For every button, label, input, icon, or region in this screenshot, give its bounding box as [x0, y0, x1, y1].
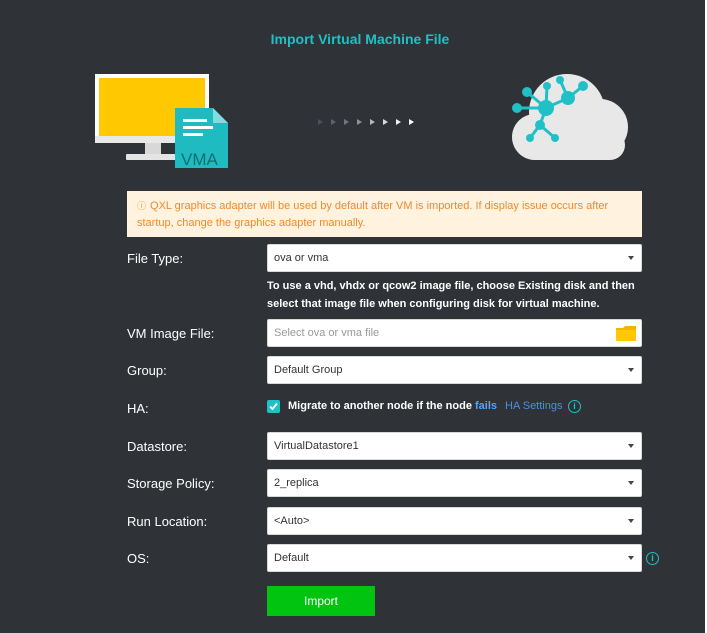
- ha-checkbox[interactable]: [267, 400, 280, 413]
- ha-checkbox-label: Migrate to another node if the node fail…: [288, 400, 497, 412]
- import-button[interactable]: Import: [267, 586, 375, 616]
- file-type-hint: To use a vhd, vhdx or qcow2 image file, …: [267, 280, 635, 310]
- file-type-select[interactable]: ova or vma: [267, 244, 642, 272]
- ha-fails-link[interactable]: fails: [475, 400, 497, 412]
- file-type-label: File Type:: [127, 251, 184, 266]
- os-label: OS:: [127, 551, 150, 566]
- group-select[interactable]: Default Group: [267, 356, 642, 384]
- ha-settings-link[interactable]: HA Settings: [505, 400, 562, 412]
- storage-policy-label: Storage Policy:: [127, 476, 215, 491]
- run-location-label: Run Location:: [127, 514, 208, 529]
- checkmark-icon: [269, 402, 278, 411]
- group-value: Default Group: [274, 364, 343, 376]
- ha-label: HA:: [127, 401, 149, 416]
- chevron-down-icon: [628, 368, 634, 372]
- run-location-select[interactable]: <Auto>: [267, 507, 642, 535]
- vm-image-file-label: VM Image File:: [127, 326, 215, 341]
- os-info-icon[interactable]: i: [646, 552, 659, 565]
- transfer-arrows-icon: [318, 119, 414, 125]
- datastore-select[interactable]: VirtualDatastore1: [267, 432, 642, 460]
- chevron-down-icon: [628, 519, 634, 523]
- info-circle-icon: ⓘ: [137, 201, 147, 211]
- cloud-network-icon: [512, 74, 628, 160]
- chevron-down-icon: [628, 256, 634, 260]
- os-value: Default: [274, 552, 309, 564]
- chevron-down-icon: [628, 444, 634, 448]
- os-select[interactable]: Default: [267, 544, 642, 572]
- graphics-adapter-notice: ⓘ QXL graphics adapter will be used by de…: [127, 191, 642, 237]
- vm-image-file-input[interactable]: Select ova or vma file: [267, 319, 642, 347]
- vma-badge-text: VMA: [181, 150, 219, 169]
- datastore-label: Datastore:: [127, 439, 187, 454]
- run-location-value: <Auto>: [274, 515, 310, 527]
- storage-policy-select[interactable]: 2_replica: [267, 469, 642, 497]
- notice-text: QXL graphics adapter will be used by def…: [137, 200, 609, 229]
- chevron-down-icon: [628, 481, 634, 485]
- folder-icon[interactable]: [616, 326, 636, 341]
- vm-image-file-placeholder: Select ova or vma file: [274, 327, 380, 339]
- vma-file-icon: VMA: [175, 108, 228, 169]
- import-illustration: VMA: [95, 74, 628, 169]
- file-type-value: ova or vma: [274, 252, 329, 264]
- group-label: Group:: [127, 363, 167, 378]
- storage-policy-value: 2_replica: [274, 477, 319, 489]
- ha-checkbox-text: Migrate to another node if the node: [288, 400, 475, 412]
- datastore-value: VirtualDatastore1: [274, 440, 359, 452]
- info-icon[interactable]: i: [568, 400, 581, 413]
- chevron-down-icon: [628, 556, 634, 560]
